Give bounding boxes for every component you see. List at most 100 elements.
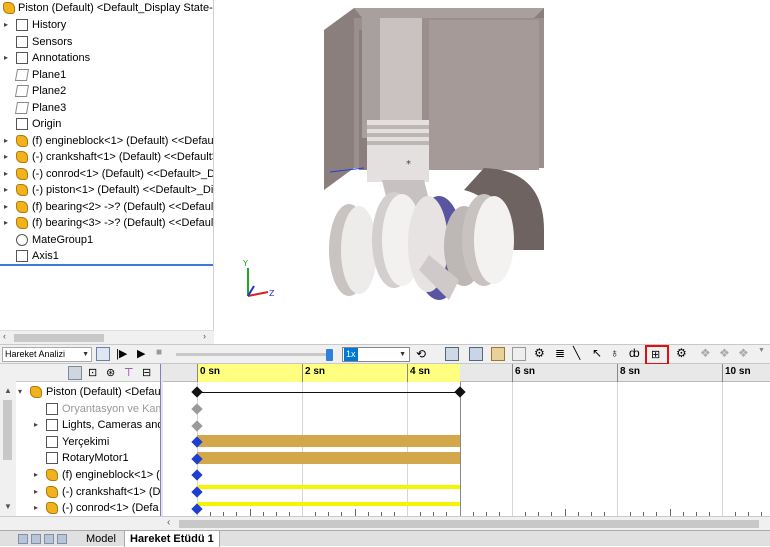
filter-selected-icon[interactable]: ⊛ — [106, 366, 115, 379]
timeline-bar-conrod — [197, 502, 460, 506]
timeline-major-tick — [407, 364, 408, 382]
tree-item-label: History — [32, 19, 67, 31]
expand-arrow-icon[interactable]: ▸ — [4, 133, 12, 149]
timeline-major-tick — [302, 364, 303, 382]
motion-tree-item-label: RotaryMotor1 — [62, 452, 129, 465]
study-collapse-icon[interactable]: ❖ — [700, 346, 711, 360]
timeline-minor-tick — [354, 509, 356, 516]
play-icon[interactable]: ▶ — [137, 347, 145, 360]
scroll-left-arrow-icon[interactable]: ‹ — [167, 517, 170, 528]
origin-icon — [16, 118, 28, 130]
contact-icon[interactable]: ♁ — [610, 346, 619, 360]
tree-item-label: Sensors — [32, 35, 73, 48]
playback-speed-select[interactable]: 1x ▼ — [342, 347, 410, 362]
expand-arrow-icon[interactable]: ▸ — [4, 166, 12, 182]
plane-icon — [14, 68, 30, 81]
sensors-icon — [16, 35, 28, 48]
filter-results-icon[interactable]: ⊤ — [124, 366, 134, 379]
play-from-start-icon[interactable]: |▶ — [116, 347, 127, 360]
gravity-icon[interactable]: ȸ — [629, 346, 640, 360]
study-expand-icon[interactable]: ❖ — [738, 346, 749, 360]
study-copy-icon[interactable]: ❖ — [719, 346, 730, 360]
scroll-down-arrow-icon[interactable]: ▼ — [4, 502, 12, 511]
playback-mode-icon[interactable]: ⟲ — [416, 347, 426, 361]
timeline-time-label: 4 sn — [410, 366, 431, 377]
tab-model[interactable]: Model — [81, 531, 121, 547]
stop-icon[interactable]: ■ — [156, 347, 162, 358]
calculate-icon[interactable] — [96, 347, 110, 361]
motor-icon — [46, 452, 58, 465]
key-point-engineblock[interactable] — [191, 469, 203, 481]
expand-arrow-icon[interactable]: ▸ — [4, 149, 12, 165]
save-animation-icon[interactable] — [445, 347, 459, 361]
motion-tree-item-label: Oryantasyon ve Kam — [62, 402, 162, 415]
part-icon — [46, 469, 58, 481]
tab-prev-icon[interactable] — [31, 534, 41, 544]
expand-arrow-icon[interactable]: ▸ — [34, 484, 38, 500]
sort-icon[interactable]: ⊟ — [142, 366, 151, 379]
timeline-time-label: 10 sn — [725, 366, 751, 377]
timeline-major-tick — [617, 364, 618, 382]
chevron-down-icon: ▼ — [399, 351, 406, 358]
force-icon[interactable]: ↖ — [592, 346, 602, 360]
expand-arrow-icon[interactable]: ▸ — [34, 417, 38, 433]
autokey-icon[interactable] — [491, 347, 505, 361]
animation-wizard-icon[interactable] — [469, 347, 483, 361]
scroll-up-arrow-icon[interactable]: ▲ — [4, 386, 12, 395]
tab-first-icon[interactable] — [18, 534, 28, 544]
orientation-icon — [46, 402, 58, 415]
motion-study-toolbar: Hareket Analizi ▼ |▶ ▶ ■ 1x ▼ ⟲ ⚙ ≣ ╲ ↖ … — [0, 344, 770, 365]
expand-arrow-icon[interactable]: ▾ — [18, 384, 22, 400]
expand-arrow-icon[interactable]: ▸ — [4, 17, 12, 33]
key-point-root-start[interactable] — [191, 386, 203, 398]
timeline-time-label: 0 sn — [200, 366, 221, 377]
expand-arrow-icon[interactable]: ▸ — [4, 215, 12, 231]
spring-icon[interactable]: ≣ — [555, 346, 565, 360]
expand-arrow-icon[interactable]: ▸ — [4, 50, 12, 66]
playback-slider-track[interactable] — [176, 353, 332, 356]
part-icon — [16, 167, 28, 180]
motion-tree-horizontal-scrollbar[interactable] — [0, 516, 163, 530]
tree-item-label: (f) bearing<3> ->? (Default) <<Default — [32, 217, 214, 229]
svg-text:Y: Y — [242, 259, 248, 268]
motion-tree-item-label: Piston (Default) <Defaul — [46, 386, 162, 398]
motion-tree-vertical-scrollbar[interactable]: ▲ ▼ — [0, 364, 16, 516]
key-point-lights[interactable] — [191, 420, 203, 432]
motion-study-properties-icon[interactable]: ⚙ — [676, 346, 687, 360]
timeline-minor-tick — [669, 509, 671, 516]
study-end-line[interactable] — [460, 382, 461, 516]
scroll-thumb[interactable] — [179, 520, 759, 528]
expand-arrow-icon[interactable]: ▸ — [34, 500, 38, 516]
part-icon — [46, 485, 58, 498]
tab-last-icon[interactable] — [57, 534, 67, 544]
tab-motion-study[interactable]: Hareket Etüdü 1 — [124, 531, 220, 547]
scroll-left-arrow-icon[interactable]: ‹ — [3, 331, 6, 341]
key-point-root-end[interactable] — [454, 386, 466, 398]
filter-driving-icon[interactable]: ⊡ — [88, 366, 97, 379]
expand-arrow-icon[interactable]: ▸ — [34, 467, 38, 483]
motion-tree-item-label: (-) crankshaft<1> (De — [62, 485, 162, 498]
expand-arrow-icon[interactable]: ▸ — [4, 199, 12, 215]
filter-animated-icon[interactable] — [68, 366, 82, 380]
tree-item-label: (-) crankshaft<1> (Default) <<Default> — [32, 151, 214, 163]
damper-icon[interactable]: ╲ — [573, 346, 580, 360]
scroll-thumb[interactable] — [3, 400, 12, 460]
tree-horizontal-scrollbar[interactable]: ‹ › — [0, 330, 214, 344]
motion-tree-item-label: (f) engineblock<1> ( — [62, 469, 160, 481]
graphics-viewport[interactable]: * Y Z — [214, 0, 770, 344]
study-type-select[interactable]: Hareket Analizi ▼ — [2, 347, 92, 362]
motion-timeline[interactable]: 0 sn 2 sn 4 sn 6 sn 8 sn 10 sn — [163, 364, 770, 516]
timeline-horizontal-scrollbar[interactable]: ‹ — [163, 516, 770, 530]
key-point-orientation[interactable] — [191, 403, 203, 415]
playback-slider-thumb[interactable] — [326, 349, 333, 361]
results-and-plots-button[interactable]: ⊞ — [645, 345, 669, 365]
expand-arrow-icon[interactable]: ▸ — [4, 182, 12, 198]
toolbar-overflow-icon[interactable]: ▼ — [758, 347, 765, 354]
scroll-right-arrow-icon[interactable]: › — [203, 331, 206, 341]
svg-text:*: * — [406, 159, 411, 170]
part-icon — [16, 151, 28, 163]
tab-next-icon[interactable] — [44, 534, 54, 544]
scroll-thumb[interactable] — [14, 334, 104, 342]
motor-icon[interactable]: ⚙ — [534, 346, 545, 360]
add-key-icon[interactable] — [512, 347, 526, 361]
